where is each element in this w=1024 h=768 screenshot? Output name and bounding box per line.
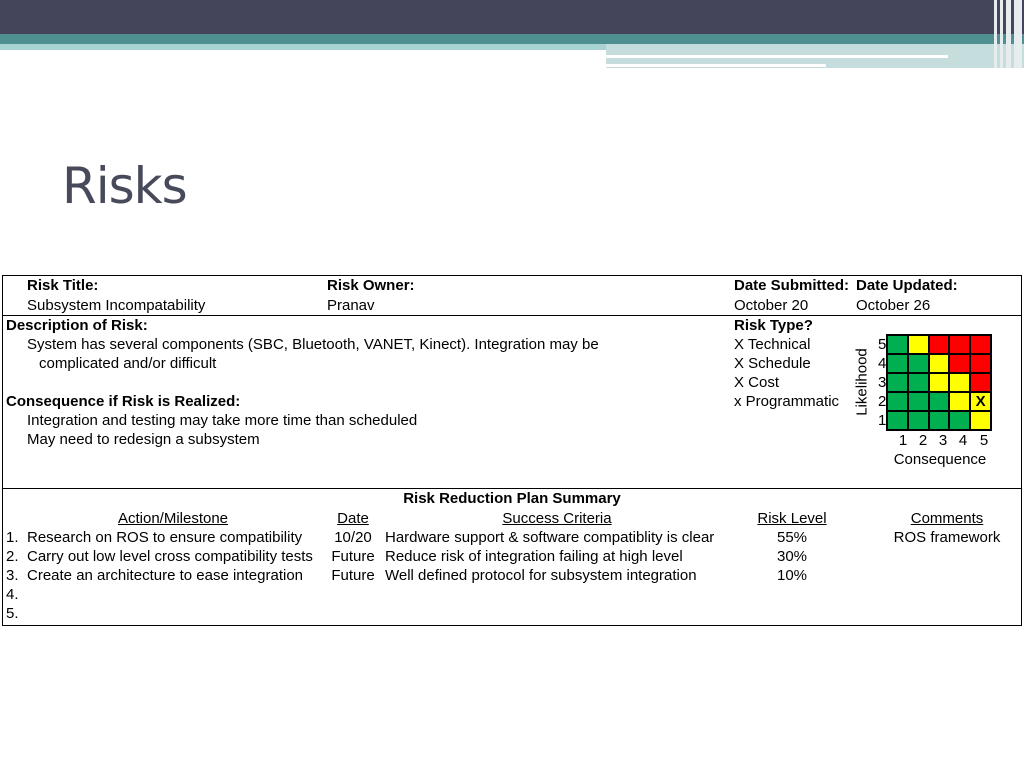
description-label: Description of Risk: bbox=[6, 317, 148, 334]
risk-matrix-cell bbox=[907, 411, 929, 430]
risk-matrix-cell bbox=[887, 373, 908, 392]
plan-row-number: 4. bbox=[6, 586, 19, 603]
plan-header-date: Date bbox=[337, 510, 369, 527]
risk-type-item: X Technical bbox=[734, 336, 811, 353]
likelihood-tick: 1 bbox=[878, 412, 887, 429]
risk-matrix-cell bbox=[970, 354, 991, 373]
risk-matrix-cell bbox=[949, 392, 971, 411]
risk-matrix-cell bbox=[949, 373, 971, 392]
risk-type-item: X Schedule bbox=[734, 355, 811, 372]
header-band-dark bbox=[0, 0, 1024, 34]
risk-type-item: X Cost bbox=[734, 374, 780, 391]
risk-matrix-cell bbox=[907, 354, 929, 373]
date-updated-value: October 26 bbox=[856, 297, 931, 314]
risk-title-value: Subsystem Incompatability bbox=[27, 297, 206, 314]
risk-matrix-cell bbox=[887, 411, 908, 430]
plan-row-level: 55% bbox=[776, 529, 808, 546]
plan-header-comments: Comments bbox=[910, 510, 984, 527]
header-band-teal bbox=[0, 34, 1024, 44]
consequence-label: Consequence if Risk is Realized: bbox=[6, 393, 241, 410]
likelihood-tick: 4 bbox=[878, 355, 887, 372]
description-line: complicated and/or difficult bbox=[39, 355, 217, 372]
plan-row-criteria: Hardware support & software compatiblity… bbox=[385, 529, 715, 546]
risk-matrix-cell bbox=[970, 411, 991, 430]
plan-row-action: Carry out low level cross compatibility … bbox=[27, 548, 313, 565]
divider bbox=[3, 488, 1021, 489]
risk-matrix-mark: X bbox=[970, 392, 991, 411]
risk-matrix-cell bbox=[928, 392, 950, 411]
risk-matrix-cell bbox=[907, 373, 929, 392]
consequence-tick: 2 bbox=[918, 432, 928, 449]
plan-row-level: 10% bbox=[776, 567, 808, 584]
risk-matrix-cell bbox=[928, 411, 950, 430]
risk-matrix-cell bbox=[949, 335, 971, 354]
likelihood-tick: 2 bbox=[878, 393, 887, 410]
risk-matrix-cell bbox=[887, 354, 908, 373]
risk-type-label: Risk Type? bbox=[734, 317, 813, 334]
likelihood-tick: 5 bbox=[878, 336, 887, 353]
plan-header-criteria: Success Criteria bbox=[502, 510, 612, 527]
divider bbox=[3, 315, 1021, 316]
plan-row-date: Future bbox=[331, 548, 375, 565]
plan-header-action: Action/Milestone bbox=[117, 510, 229, 527]
consequence-tick: 1 bbox=[898, 432, 908, 449]
plan-row-date: 10/20 bbox=[334, 529, 372, 546]
risk-matrix-cell bbox=[949, 411, 971, 430]
risk-matrix-cell bbox=[887, 335, 908, 354]
risk-matrix-cell bbox=[887, 392, 908, 411]
plan-row-level: 30% bbox=[776, 548, 808, 565]
header-accent-line bbox=[606, 55, 948, 58]
plan-row-number: 2. bbox=[6, 548, 19, 565]
consequence-tick: 3 bbox=[938, 432, 948, 449]
consequence-line: May need to redesign a subsystem bbox=[27, 431, 260, 448]
consequence-line: Integration and testing may take more ti… bbox=[27, 412, 418, 429]
plan-row-criteria: Well defined protocol for subsystem inte… bbox=[385, 567, 697, 584]
risk-matrix-cell bbox=[928, 373, 950, 392]
plan-row-number: 5. bbox=[6, 605, 19, 622]
risk-matrix-cell bbox=[907, 335, 929, 354]
risk-matrix-cell bbox=[970, 373, 991, 392]
risk-owner-value: Pranav bbox=[327, 297, 375, 314]
risk-type-item: x Programmatic bbox=[734, 393, 840, 410]
description-line: System has several components (SBC, Blue… bbox=[27, 336, 599, 353]
risk-title-label: Risk Title: bbox=[27, 277, 99, 294]
date-updated-label: Date Updated: bbox=[856, 277, 958, 294]
slide-title: Risks bbox=[62, 157, 188, 215]
plan-row-action: Create an architecture to ease integrati… bbox=[27, 567, 303, 584]
plan-row-number: 3. bbox=[6, 567, 19, 584]
header-accent-line bbox=[606, 64, 826, 67]
risk-matrix-cell bbox=[907, 392, 929, 411]
plan-row-criteria: Reduce risk of integration failing at hi… bbox=[385, 548, 683, 565]
plan-title: Risk Reduction Plan Summary bbox=[403, 490, 621, 507]
risk-matrix-cell bbox=[949, 354, 971, 373]
plan-row-action: Research on ROS to ensure compatibility bbox=[27, 529, 303, 546]
risk-matrix-cell bbox=[928, 335, 950, 354]
header-band-light bbox=[0, 44, 606, 50]
plan-row-date: Future bbox=[331, 567, 375, 584]
date-submitted-value: October 20 bbox=[734, 297, 809, 314]
likelihood-tick: 3 bbox=[878, 374, 887, 391]
plan-row-number: 1. bbox=[6, 529, 19, 546]
plan-row-comments: ROS framework bbox=[893, 529, 1001, 546]
header-stripes bbox=[992, 0, 1024, 68]
likelihood-axis-label: Likelihood bbox=[853, 348, 871, 416]
risk-matrix-cell bbox=[970, 335, 991, 354]
date-submitted-label: Date Submitted: bbox=[734, 277, 850, 294]
consequence-tick: 4 bbox=[958, 432, 968, 449]
risk-owner-label: Risk Owner: bbox=[327, 277, 415, 294]
consequence-axis-label: Consequence bbox=[893, 451, 987, 468]
plan-header-level: Risk Level bbox=[757, 510, 827, 527]
consequence-tick: 5 bbox=[979, 432, 989, 449]
risk-form: Risk Title: Subsystem Incompatability Ri… bbox=[2, 275, 1022, 626]
risk-matrix: X bbox=[886, 334, 992, 431]
risk-matrix-cell bbox=[928, 354, 950, 373]
